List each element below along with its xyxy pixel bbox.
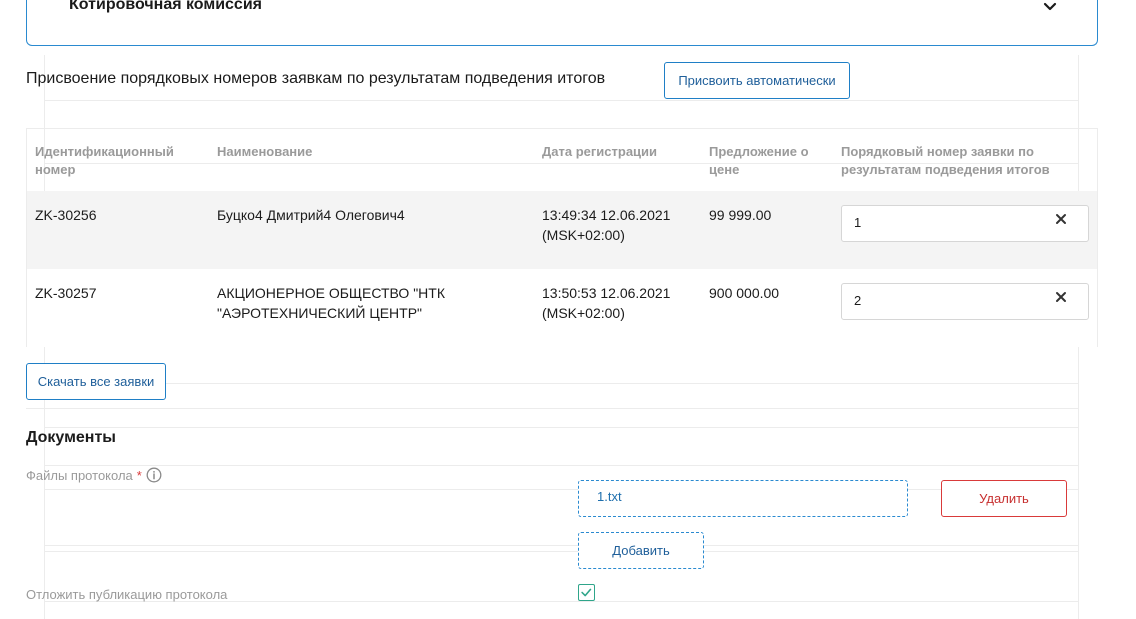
protocol-files-label-text: Файлы протокола [26,467,133,483]
checkmark-icon [581,588,592,597]
table-header: Идентификационный номер Наименование Дат… [27,129,1097,191]
order-number-input[interactable]: 1 [841,205,1089,242]
cell-id: ZK-30257 [35,285,97,301]
commission-accordion[interactable]: Котировочная комиссия [26,0,1098,46]
cell-price: 99 999.00 [709,207,772,223]
order-number-value: 2 [854,293,862,308]
postpone-publication-checkbox[interactable] [578,584,595,601]
add-file-button[interactable]: Добавить [578,532,704,569]
cell-price: 900 000.00 [709,285,780,301]
column-header-date: Дата регистрации [542,144,658,159]
guide-line [44,545,1078,546]
order-number-value: 1 [854,215,862,230]
required-mark: * [136,467,142,483]
close-icon[interactable] [1054,212,1068,226]
column-header-name: Наименование [217,144,313,159]
numbering-heading: Присвоение порядковых номеров заявкам по… [26,70,606,87]
cell-name: Буцко4 Дмитрий4 Олегович4 [217,207,405,223]
cell-name: АКЦИОНЕРНОЕ ОБЩЕСТВО "НТК "АЭРОТЕХНИЧЕСК… [217,285,445,321]
delete-file-button[interactable]: Удалить [941,480,1067,517]
guide-line [44,465,1078,466]
guide-line [44,489,1078,490]
protocol-files-label: Файлы протокола * [26,467,162,483]
column-header-price: Предложение о цене [709,144,809,177]
documents-title: Документы [26,429,116,446]
order-number-input[interactable]: 2 [841,283,1089,320]
table-row: ZK-30256 Буцко4 Дмитрий4 Олегович4 13:49… [27,191,1097,269]
info-icon[interactable] [146,467,162,483]
cell-id: ZK-30256 [35,207,97,223]
guide-line [44,551,1078,552]
close-icon[interactable] [1054,290,1068,304]
accordion-title: Котировочная комиссия [69,0,262,13]
guide-line [44,100,1078,101]
cell-date: 13:50:53 12.06.2021 (MSK+02:00) [542,285,671,321]
file-name[interactable]: 1.txt [597,489,622,504]
column-header-order: Порядковый номер заявки по результатам п… [841,144,1050,177]
guide-line [44,383,1078,384]
chevron-down-icon[interactable] [1043,0,1057,14]
table-row: ZK-30257 АКЦИОНЕРНОЕ ОБЩЕСТВО "НТК "АЭРО… [27,269,1097,347]
uploaded-file[interactable]: 1.txt [578,480,908,517]
cell-date: 13:49:34 12.06.2021 (MSK+02:00) [542,207,671,243]
download-all-applications-button[interactable]: Скачать все заявки [26,363,166,400]
assign-automatically-button[interactable]: Присвоить автоматически [664,62,850,99]
guide-line [26,408,1078,409]
postpone-publication-label: Отложить публикацию протокола [26,587,228,602]
column-header-id: Идентификационный номер [35,144,174,177]
guide-line [44,427,1078,428]
applications-table: Идентификационный номер Наименование Дат… [26,128,1098,347]
